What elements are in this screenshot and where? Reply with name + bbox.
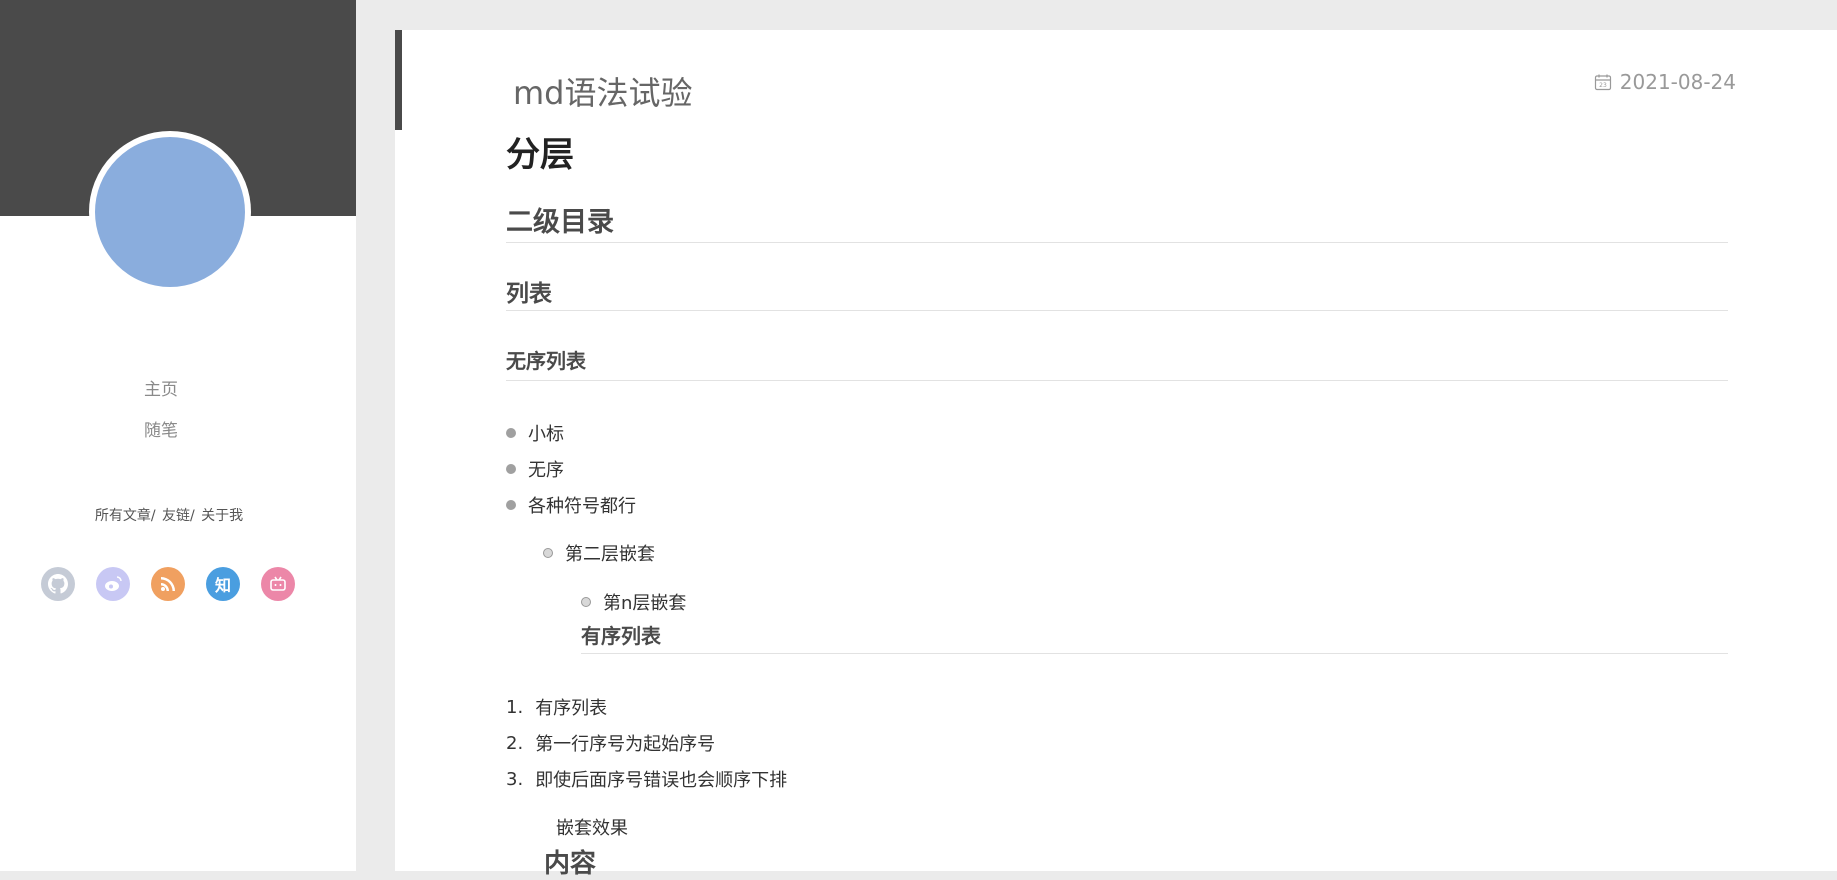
nested-list-item-text: 第二层嵌套	[565, 544, 655, 565]
ordered-list-item: 3. 即使后面序号错误也会顺序下排	[506, 766, 787, 792]
post-date-text: 2021-08-24	[1619, 70, 1736, 94]
nested-deep-text: 第n层嵌套	[603, 593, 687, 614]
ordered-list-item: 1. 有序列表	[506, 694, 607, 720]
svg-text:23: 23	[1599, 82, 1607, 89]
list-item: 无序	[506, 456, 564, 482]
avatar[interactable]	[89, 131, 251, 293]
ordered-item-text: 即使后面序号错误也会顺序下排	[535, 770, 788, 791]
post-title[interactable]: md语法试验	[513, 68, 693, 114]
hollow-bullet	[581, 597, 591, 607]
nav-home[interactable]: 主页	[0, 370, 322, 411]
heading-h2: 二级目录	[506, 200, 1728, 243]
bilibili-icon[interactable]	[261, 567, 295, 601]
ordered-item-text: 第一行序号为起始序号	[535, 734, 716, 755]
list-item-text: 各种符号都行	[528, 496, 636, 517]
sidebar-links: 所有文章/ 友链/ 关于我	[0, 505, 338, 525]
heading-h1: 分层	[506, 135, 574, 175]
bullet	[506, 428, 516, 438]
heading-h4-ordered: 有序列表	[581, 620, 1728, 654]
nav-essays[interactable]: 随笔	[0, 411, 322, 452]
post-date: 23 2021-08-24	[1594, 70, 1736, 94]
list-item: 小标	[506, 420, 564, 446]
list-number: 1.	[506, 696, 524, 718]
hollow-bullet	[543, 548, 553, 558]
github-icon[interactable]	[41, 567, 75, 601]
list-item-text: 无序	[528, 460, 564, 481]
list-number: 2.	[506, 732, 524, 754]
calendar-icon: 23	[1594, 74, 1611, 91]
link-friends[interactable]: 友链/	[162, 508, 195, 524]
ordered-list-item: 2. 第一行序号为起始序号	[506, 730, 715, 756]
list-item-text: 小标	[528, 424, 564, 445]
bullet	[506, 464, 516, 474]
nested-list-item-deep: 第n层嵌套	[581, 589, 686, 615]
nested-list-item: 第二层嵌套	[543, 540, 655, 566]
weibo-icon[interactable]	[96, 567, 130, 601]
sidebar: 主页 随笔 所有文章/ 友链/ 关于我 知	[0, 0, 356, 871]
bullet	[506, 500, 516, 510]
title-accent-bar	[395, 30, 402, 130]
list-number: 3.	[506, 768, 524, 790]
zhihu-label: 知	[214, 576, 231, 595]
heading-h4-unordered: 无序列表	[506, 345, 1728, 381]
ordered-item-text: 有序列表	[535, 698, 608, 719]
zhihu-icon[interactable]: 知	[206, 567, 240, 601]
list-item: 各种符号都行	[506, 492, 636, 518]
link-all-posts[interactable]: 所有文章/	[95, 508, 156, 524]
link-about[interactable]: 关于我	[201, 508, 243, 524]
content-heading: 内容	[544, 849, 597, 879]
heading-h3: 列表	[506, 274, 1728, 311]
nest-effect-text: 嵌套效果	[556, 818, 628, 839]
rss-icon[interactable]	[151, 567, 185, 601]
sidebar-nav: 主页 随笔	[0, 370, 322, 452]
